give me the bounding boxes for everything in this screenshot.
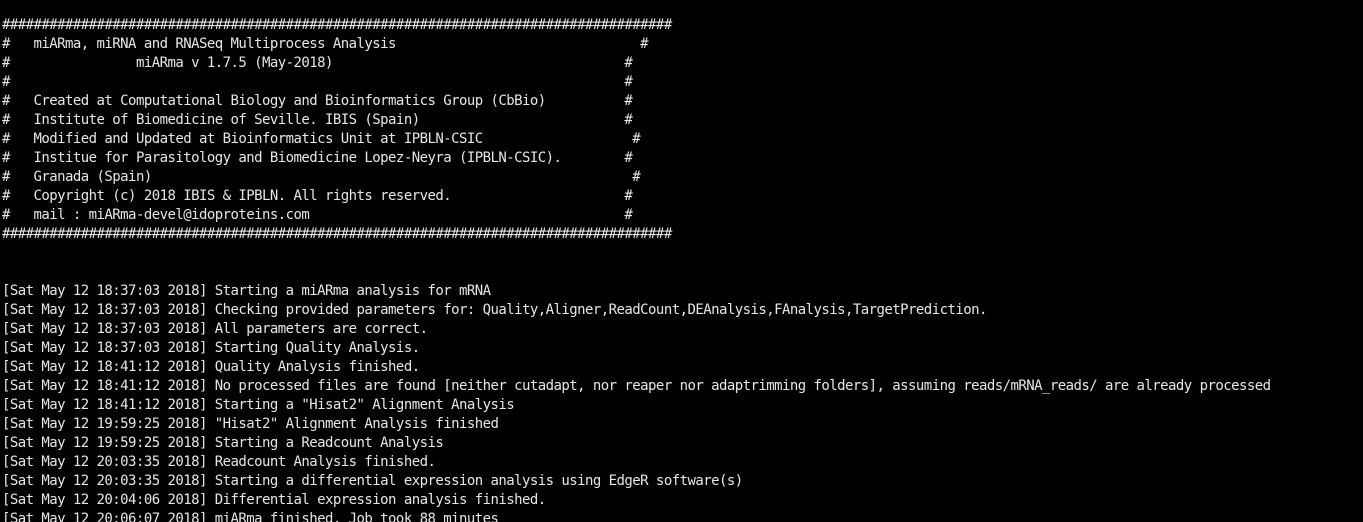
banner-block: ########################################…	[2, 16, 1363, 244]
banner-line: # Institue for Parasitology and Biomedic…	[2, 150, 633, 166]
banner-line: # Created at Computational Biology and B…	[2, 93, 633, 109]
log-block: [Sat May 12 18:37:03 2018] Starting a mi…	[2, 282, 1363, 522]
log-line: [Sat May 12 20:06:07 2018] miARma finish…	[2, 511, 499, 522]
banner-line: # miARma, miRNA and RNASeq Multiprocess …	[2, 36, 649, 52]
log-line: [Sat May 12 18:37:03 2018] All parameter…	[2, 321, 428, 337]
banner-line: # Institute of Biomedicine of Seville. I…	[2, 112, 633, 128]
banner-line: # Modified and Updated at Bioinformatics…	[2, 131, 641, 147]
log-line: [Sat May 12 18:37:03 2018] Starting a mi…	[2, 283, 491, 299]
banner-line: # miARma v 1.7.5 (May-2018) #	[2, 55, 633, 71]
log-line: [Sat May 12 18:37:03 2018] Starting Qual…	[2, 340, 420, 356]
banner-line: # Granada (Spain) #	[2, 169, 641, 185]
terminal-window[interactable]: ########################################…	[0, 0, 1363, 522]
log-line: [Sat May 12 20:03:35 2018] Starting a di…	[2, 473, 743, 489]
log-line: [Sat May 12 20:04:06 2018] Differential …	[2, 492, 546, 508]
banner-line: ########################################…	[2, 226, 672, 242]
log-line: [Sat May 12 18:37:03 2018] Checking prov…	[2, 302, 987, 318]
banner-line: # #	[2, 74, 633, 90]
banner-line: # Copyright (c) 2018 IBIS & IPBLN. All r…	[2, 188, 633, 204]
log-line: [Sat May 12 20:03:35 2018] Readcount Ana…	[2, 454, 436, 470]
banner-line: ########################################…	[2, 17, 672, 33]
log-line: [Sat May 12 18:41:12 2018] Quality Analy…	[2, 359, 420, 375]
log-line: [Sat May 12 19:59:25 2018] Starting a Re…	[2, 435, 444, 451]
log-line: [Sat May 12 19:59:25 2018] "Hisat2" Alig…	[2, 416, 499, 432]
banner-line: # mail : miARma-devel@idoproteins.com #	[2, 207, 633, 223]
log-line: [Sat May 12 18:41:12 2018] Starting a "H…	[2, 397, 515, 413]
log-line: [Sat May 12 18:41:12 2018] No processed …	[2, 378, 1271, 394]
